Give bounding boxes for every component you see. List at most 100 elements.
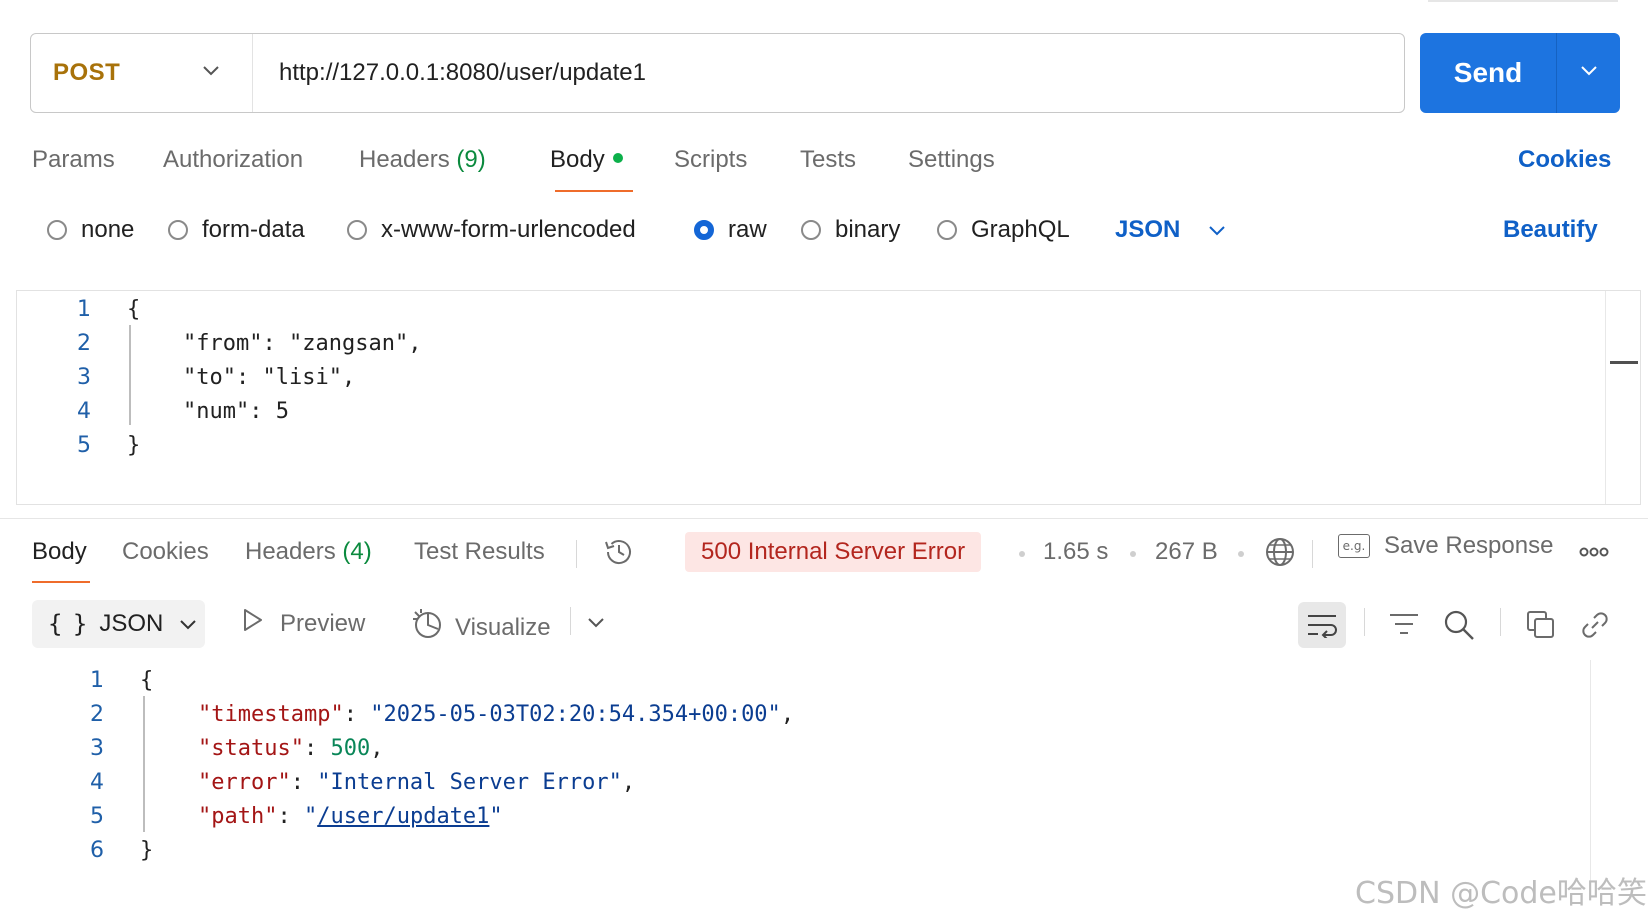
- body-indicator-dot: [612, 152, 623, 163]
- status-badge[interactable]: 500 Internal Server Error: [685, 532, 982, 572]
- radio-none[interactable]: none: [47, 216, 134, 244]
- radio-selected-icon: [694, 220, 714, 240]
- response-tab-test-results[interactable]: Test Results: [414, 538, 545, 566]
- visualize-button[interactable]: Visualize: [411, 608, 551, 647]
- line-number: 2: [90, 702, 104, 727]
- json-trail: ,: [621, 770, 636, 795]
- json-quote: ": [303, 804, 318, 829]
- braces-icon: { }: [48, 610, 87, 638]
- more-icon[interactable]: [1572, 530, 1616, 574]
- url-input[interactable]: [277, 42, 1404, 104]
- chevron-down-icon: [587, 616, 605, 634]
- line-number: 1: [90, 668, 104, 693]
- method-label: POST: [53, 59, 121, 86]
- radio-label: x-www-form-urlencoded: [381, 216, 636, 243]
- json-key: "path": [198, 804, 278, 829]
- top-edge-divider: [1428, 0, 1618, 2]
- radio-binary[interactable]: binary: [801, 216, 900, 244]
- radio-circle-icon: [937, 220, 957, 240]
- response-tab-cookies[interactable]: Cookies: [122, 538, 209, 566]
- visualize-options-button[interactable]: [574, 603, 618, 647]
- code-close-brace: }: [127, 433, 141, 458]
- code-open-brace: {: [127, 297, 141, 322]
- radio-form-data[interactable]: form-data: [168, 216, 305, 244]
- radio-label: none: [81, 216, 135, 243]
- radio-label: raw: [728, 216, 767, 243]
- preview-button[interactable]: Preview: [242, 608, 365, 639]
- example-icon: e.g.: [1338, 534, 1370, 558]
- history-icon[interactable]: [597, 530, 641, 574]
- response-body-viewer[interactable]: 1 2 3 4 5 6 { "timestamp": "2025-05-03T0…: [30, 660, 1620, 900]
- section-divider: [0, 518, 1648, 519]
- json-trail: ,: [408, 331, 422, 356]
- editor-scrollbar[interactable]: [1605, 291, 1640, 504]
- tab-label: Headers: [359, 146, 450, 173]
- tab-label: Tests: [800, 146, 857, 173]
- body-format-label: JSON: [1115, 216, 1181, 243]
- bullet-separator: [1238, 551, 1244, 557]
- send-options-button[interactable]: [1557, 33, 1620, 113]
- request-body-editor[interactable]: 1 2 3 4 5 { "from": "zangsan", "to": "li…: [16, 290, 1641, 505]
- indent-guide: [143, 696, 145, 832]
- line-number: 2: [77, 331, 91, 356]
- method-select[interactable]: POST: [31, 34, 253, 112]
- tab-body[interactable]: Body: [550, 146, 623, 174]
- link-icon[interactable]: [1573, 603, 1617, 647]
- json-key: "num": [183, 399, 250, 424]
- chevron-down-icon: [202, 64, 220, 82]
- filter-icon[interactable]: [1382, 603, 1426, 647]
- tab-label: Body: [32, 538, 87, 565]
- separator: [1364, 608, 1365, 636]
- send-button[interactable]: Send: [1420, 33, 1557, 113]
- tab-label: Cookies: [122, 538, 209, 565]
- line-number: 5: [90, 804, 104, 829]
- tab-tests[interactable]: Tests: [800, 146, 856, 174]
- response-scrollbar[interactable]: [1590, 660, 1617, 900]
- globe-icon[interactable]: [1258, 530, 1302, 574]
- response-tab-body[interactable]: Body: [32, 538, 87, 566]
- json-value: 500: [330, 736, 371, 761]
- radio-x-www-form-urlencoded[interactable]: x-www-form-urlencoded: [347, 216, 636, 244]
- response-time[interactable]: 1.65 s: [1043, 538, 1108, 566]
- beautify-button[interactable]: Beautify: [1503, 216, 1598, 244]
- code-line: "to": "lisi",: [183, 365, 356, 390]
- tab-label: Scripts: [674, 146, 748, 173]
- json-value: "Internal Server Error": [317, 770, 622, 795]
- search-icon[interactable]: [1437, 603, 1481, 647]
- body-format-select[interactable]: JSON: [1115, 216, 1226, 244]
- radio-raw[interactable]: raw: [694, 216, 767, 244]
- tab-settings[interactable]: Settings: [908, 146, 995, 174]
- play-icon: [242, 608, 264, 639]
- radio-circle-icon: [47, 220, 67, 240]
- response-tab-headers[interactable]: Headers (4): [245, 538, 372, 566]
- wrap-icon[interactable]: [1298, 602, 1346, 648]
- tab-label: Body: [550, 146, 605, 173]
- visualize-icon: [411, 608, 445, 647]
- response-format-label: JSON: [99, 610, 164, 637]
- json-key: "timestamp": [198, 702, 344, 727]
- tab-headers[interactable]: Headers (9): [359, 146, 486, 174]
- line-number: 4: [90, 770, 104, 795]
- tab-params[interactable]: Params: [32, 146, 115, 174]
- bullet-separator: [1019, 551, 1025, 557]
- json-quote: ": [489, 804, 503, 829]
- tab-label: Params: [32, 146, 115, 173]
- copy-icon[interactable]: [1519, 603, 1563, 647]
- line-number: 6: [90, 838, 104, 863]
- watermark: CSDN @Code哈哈笑: [1355, 876, 1647, 911]
- response-size[interactable]: 267 B: [1155, 538, 1218, 566]
- radio-graphql[interactable]: GraphQL: [937, 216, 1070, 244]
- cookies-link[interactable]: Cookies: [1518, 146, 1611, 174]
- response-format-select[interactable]: { } JSON: [32, 600, 205, 648]
- separator: [570, 607, 571, 635]
- chevron-down-icon: [1580, 64, 1598, 82]
- request-url-bar: POST: [30, 33, 1405, 113]
- json-link-value[interactable]: /user/update1: [317, 804, 489, 829]
- save-response-button[interactable]: e.g. Save Response: [1338, 532, 1553, 560]
- scrollbar-thumb[interactable]: [1610, 361, 1638, 364]
- tab-authorization[interactable]: Authorization: [163, 146, 303, 174]
- preview-label: Preview: [280, 609, 366, 637]
- radio-label: binary: [835, 216, 901, 243]
- tab-scripts[interactable]: Scripts: [674, 146, 747, 174]
- tab-label: Authorization: [163, 146, 304, 173]
